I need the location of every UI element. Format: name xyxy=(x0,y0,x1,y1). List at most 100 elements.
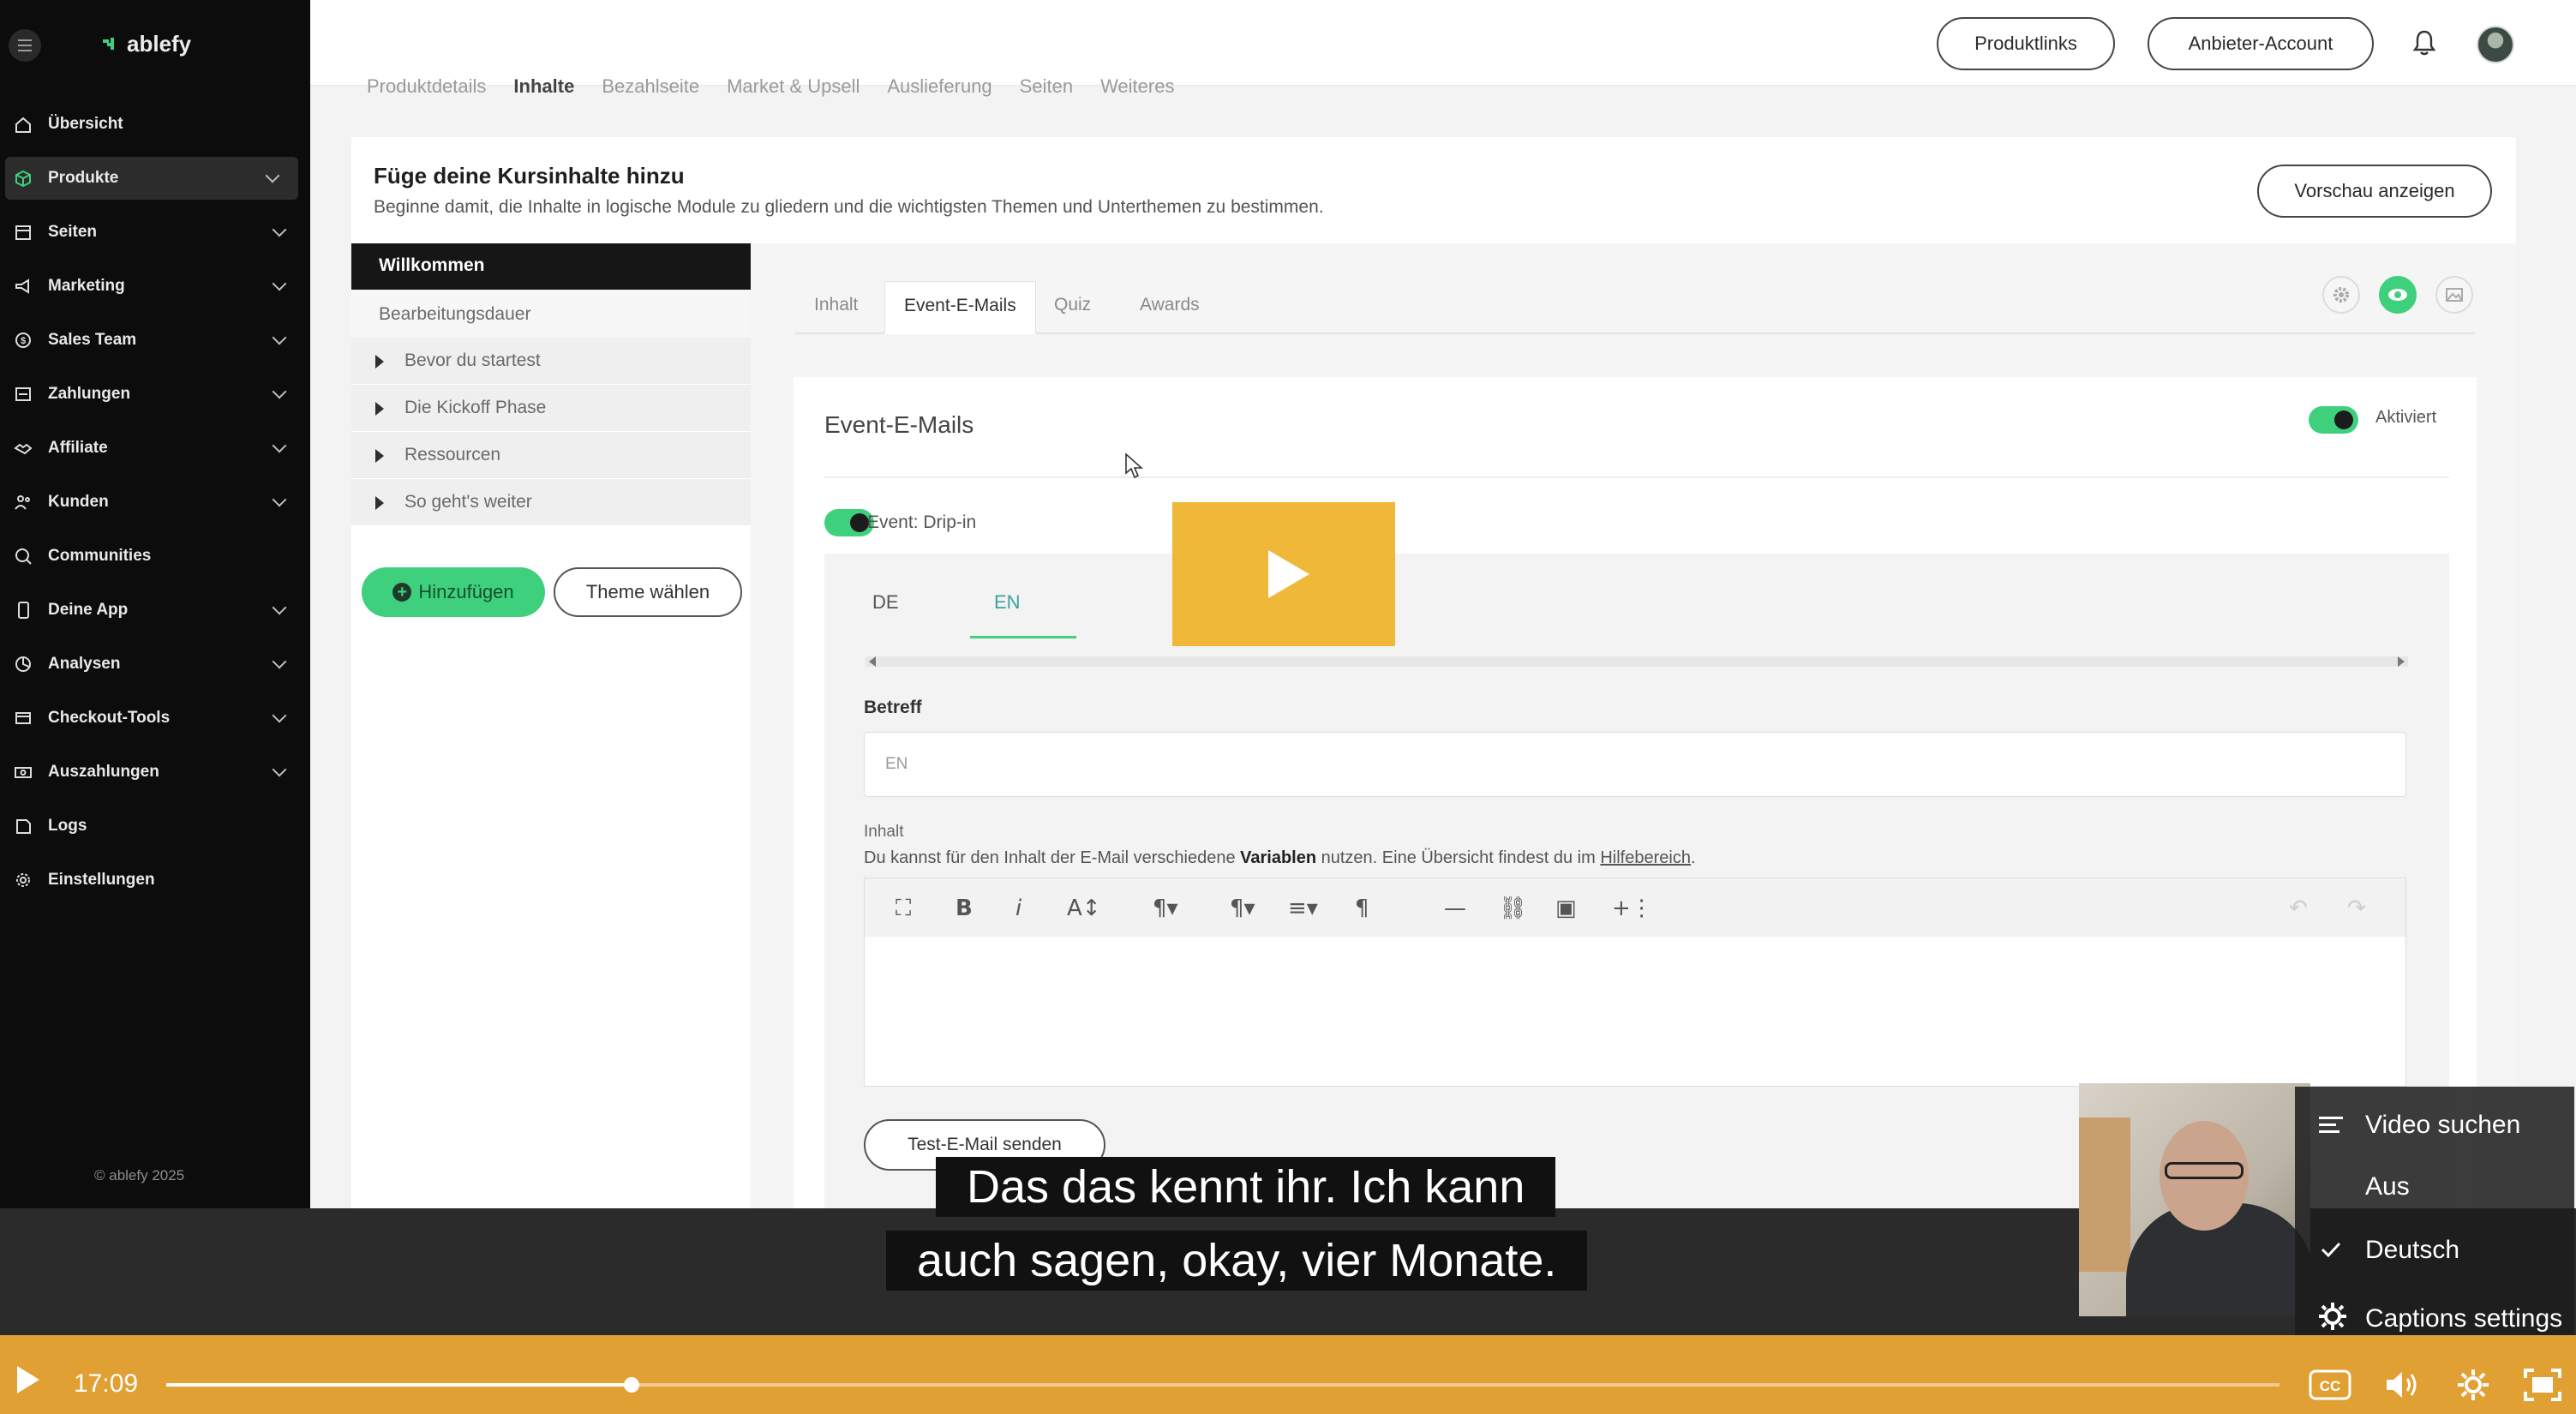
subnav-item[interactable]: Weiteres xyxy=(1100,75,1174,98)
closed-captions-icon[interactable]: CC xyxy=(2309,1369,2351,1400)
image-icon[interactable] xyxy=(2435,276,2473,314)
insert-image-icon[interactable]: ▣ xyxy=(1555,896,1577,921)
tab-quiz[interactable]: Quiz xyxy=(1035,281,1110,334)
megaphone-icon xyxy=(15,279,29,294)
sidebar-item-übersicht[interactable]: Übersicht xyxy=(0,103,310,146)
variables-hint: Du kannst für den Inhalt der E-Mail vers… xyxy=(864,848,1696,868)
video-play-button[interactable] xyxy=(1172,502,1395,646)
align-icon[interactable]: ≡▾ xyxy=(1288,896,1318,921)
more-icon[interactable]: +⋮ xyxy=(1612,896,1653,921)
expand-caret-icon[interactable] xyxy=(375,496,384,510)
link-icon[interactable]: ⛓ xyxy=(1499,896,1527,921)
player-settings-icon[interactable] xyxy=(2456,1368,2490,1402)
sidebar: ablefy Übersicht Produkte Seiten Marketing $… xyxy=(0,0,310,1208)
subnav-item[interactable]: Market & Upsell xyxy=(727,75,860,98)
module-item[interactable]: Die Kickoff Phase xyxy=(351,385,751,432)
progress-handle[interactable] xyxy=(623,1377,639,1393)
language-scrollbar[interactable] xyxy=(866,656,2408,667)
menu-icon[interactable] xyxy=(9,29,41,62)
sidebar-item-analysen[interactable]: Analysen xyxy=(0,643,310,686)
hint-variables: Variablen xyxy=(1240,848,1317,867)
tab-inhalt[interactable]: Inhalt xyxy=(795,281,877,334)
sidebar-item-sales-team[interactable]: $ Sales Team xyxy=(0,319,310,362)
subnav-item[interactable]: Auslieferung xyxy=(887,75,991,98)
chevron-down-icon xyxy=(272,492,287,507)
svg-text:CC: CC xyxy=(2320,1378,2341,1394)
gear-icon[interactable] xyxy=(2322,276,2360,314)
subject-input[interactable] xyxy=(864,732,2406,797)
expand-caret-icon[interactable] xyxy=(375,355,384,368)
bold-icon[interactable]: B xyxy=(956,896,973,921)
captions-german-item[interactable]: Deutsch xyxy=(2365,1236,2459,1265)
play-icon[interactable] xyxy=(14,1364,41,1395)
activated-toggle[interactable] xyxy=(2309,406,2358,434)
checkmark-icon xyxy=(2321,1242,2341,1258)
sidebar-item-zahlungen[interactable]: Zahlungen xyxy=(0,373,310,416)
fullscreen-icon[interactable]: ⛶ xyxy=(896,896,911,922)
sidebar-item-affiliate[interactable]: Affiliate xyxy=(0,427,310,470)
cart-icon xyxy=(15,712,31,724)
progress-bar[interactable] xyxy=(166,1377,2279,1393)
paragraph-icon[interactable]: ¶ xyxy=(1355,896,1369,921)
subnav-item[interactable]: Bezahlseite xyxy=(602,75,699,98)
sidebar-item-auszahlungen[interactable]: Auszahlungen xyxy=(0,751,310,794)
font-size-icon[interactable]: A↕ xyxy=(1067,896,1101,921)
sidebar-item-deine-app[interactable]: Deine App xyxy=(0,589,310,632)
tab-event-e-mails[interactable]: Event-E-Mails xyxy=(884,281,1036,334)
course-header-card: Füge deine Kursinhalte hinzu Beginne dam… xyxy=(351,137,2516,243)
module-item-label: Bevor du startest xyxy=(404,351,541,370)
module-item[interactable]: Bevor du startest xyxy=(351,338,751,385)
help-link[interactable]: Hilfebereich xyxy=(1600,848,1691,867)
subnav-item[interactable]: Inhalte xyxy=(513,75,574,98)
log-icon xyxy=(16,819,31,834)
captions-settings-item[interactable]: Captions settings xyxy=(2365,1304,2562,1333)
scroll-right-icon[interactable] xyxy=(2398,656,2405,667)
sidebar-item-communities[interactable]: Communities xyxy=(0,535,310,578)
module-item[interactable]: Ressourcen xyxy=(351,432,751,479)
subnav-item[interactable]: Produktdetails xyxy=(367,75,486,98)
subtitle-line-1: Das das kennt ihr. Ich kann xyxy=(936,1157,1556,1217)
sidebar-item-label: Affiliate xyxy=(48,439,108,457)
produktlinks-button[interactable]: Produktlinks xyxy=(1937,17,2115,70)
sidebar-item-einstellungen[interactable]: Einstellungen xyxy=(0,859,310,902)
volume-icon[interactable] xyxy=(2384,1368,2420,1402)
sidebar-item-logs[interactable]: Logs xyxy=(0,805,310,848)
fullscreen-icon[interactable] xyxy=(2523,1368,2562,1402)
horizontal-line-icon[interactable]: — xyxy=(1444,896,1466,921)
sidebar-item-kunden[interactable]: Kunden xyxy=(0,481,310,524)
expand-caret-icon[interactable] xyxy=(375,402,384,416)
module-item[interactable]: So geht's weiter xyxy=(351,479,751,526)
bell-icon[interactable] xyxy=(2411,29,2437,57)
sidebar-item-produkte[interactable]: Produkte xyxy=(5,157,298,200)
paragraph-format-icon[interactable]: ¶▾ xyxy=(1230,896,1255,921)
captions-menu: Video suchen Aus Deutsch Captions settin… xyxy=(2295,1087,2574,1359)
choose-theme-button[interactable]: Theme wählen xyxy=(554,567,742,617)
undo-icon[interactable]: ↶ xyxy=(2289,896,2308,921)
chevron-down-icon xyxy=(272,654,287,669)
eye-icon[interactable] xyxy=(2379,276,2417,314)
module-welcome[interactable]: Willkommen xyxy=(351,243,751,290)
language-tab-de[interactable]: DE xyxy=(872,591,899,614)
modules-panel: Willkommen Bearbeitungsdauer Bevor du st… xyxy=(351,243,751,1208)
user-avatar[interactable] xyxy=(2477,26,2514,63)
italic-icon[interactable]: i xyxy=(1015,896,1021,921)
scroll-left-icon[interactable] xyxy=(869,656,876,667)
anbieter-account-button[interactable]: Anbieter-Account xyxy=(2148,17,2374,70)
preview-button[interactable]: Vorschau anzeigen xyxy=(2257,165,2492,218)
redo-icon[interactable]: ↷ xyxy=(2347,896,2366,921)
subnav-item[interactable]: Seiten xyxy=(1020,75,1073,98)
rich-text-editor[interactable]: ⛶ B i A↕ ¶▾ ¶▾ ≡▾ ¶ — ⛓ ▣ +⋮ ↶ ↷ xyxy=(864,878,2406,1087)
expand-caret-icon[interactable] xyxy=(375,449,384,463)
language-tab-indicator xyxy=(970,636,1076,638)
sidebar-item-marketing[interactable]: Marketing xyxy=(0,265,310,308)
add-module-button[interactable]: + Hinzufügen xyxy=(362,567,545,617)
tab-awards[interactable]: Awards xyxy=(1121,281,1219,334)
captions-off-item[interactable]: Aus xyxy=(2365,1172,2410,1201)
sidebar-item-label: Logs xyxy=(48,817,87,835)
sidebar-item-seiten[interactable]: Seiten xyxy=(0,211,310,254)
paragraph-style-icon[interactable]: ¶▾ xyxy=(1153,896,1178,921)
video-search-item[interactable]: Video suchen xyxy=(2365,1111,2520,1140)
language-tab-en[interactable]: EN xyxy=(994,591,1021,614)
sidebar-item-checkout-tools[interactable]: Checkout-Tools xyxy=(0,697,310,740)
module-duration[interactable]: Bearbeitungsdauer xyxy=(351,290,751,338)
